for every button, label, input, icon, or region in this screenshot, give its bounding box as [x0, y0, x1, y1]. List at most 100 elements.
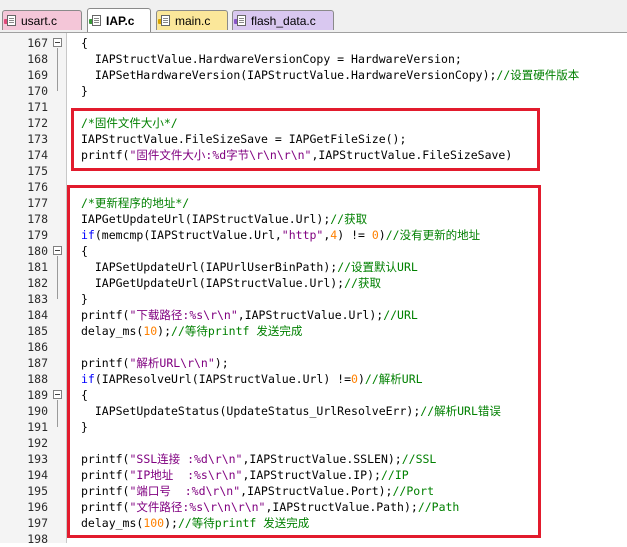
line-number: 193 [27, 452, 48, 466]
line-number: 198 [27, 532, 48, 546]
tab-main-c[interactable]: main.c [156, 10, 228, 30]
code-text: printf("SSL连接 :%d\r\n",IAPStructValue.SS… [81, 451, 436, 467]
code-text: printf("文件路径:%s\r\n\r\n",IAPStructValue.… [81, 499, 459, 515]
code-line[interactable]: 174 printf("固件文件大小:%d字节\r\n\r\n",IAPStruc… [0, 147, 627, 163]
code-line[interactable]: 196 printf("文件路径:%s\r\n\r\n",IAPStructVal… [0, 499, 627, 515]
line-number: 178 [27, 212, 48, 226]
code-token: //等待printf 发送完成 [177, 516, 310, 530]
code-line[interactable]: 181 IAPSetUpdateUrl(IAPUrlUserBinPath);/… [0, 259, 627, 275]
code-line[interactable]: 191} [0, 419, 627, 435]
code-line[interactable]: 169 IAPSetHardwareVersion(IAPStructValue… [0, 67, 627, 83]
code-token: IAPGetUpdateUrl(IAPStructValue.Url); [81, 212, 331, 226]
code-text: } [81, 291, 88, 307]
line-number: 191 [27, 420, 48, 434]
code-token: { [81, 244, 88, 258]
code-line[interactable]: 190 IAPSetUpdateStatus(UpdateStatus_UrlR… [0, 403, 627, 419]
code-text: IAPSetHardwareVersion(IAPStructValue.Har… [81, 67, 579, 83]
code-line[interactable]: 178 IAPGetUpdateUrl(IAPStructValue.Url);/… [0, 211, 627, 227]
code-line[interactable]: 197 delay_ms(100);//等待printf 发送完成 [0, 515, 627, 531]
code-token: 10 [143, 324, 158, 338]
code-token: "IP地址 :%s\r\n" [129, 468, 243, 482]
tab-flash-data-c[interactable]: flash_data.c [232, 10, 334, 30]
code-line[interactable]: 176 [0, 179, 627, 195]
code-token: //Path [417, 500, 460, 514]
code-token: //设置默认URL [337, 260, 418, 274]
code-token: if [81, 228, 95, 242]
code-token: { [81, 36, 88, 50]
code-line[interactable]: 167 { [0, 35, 627, 51]
code-token: delay_ms( [81, 324, 144, 338]
code-token: ); [214, 356, 229, 370]
code-line[interactable]: 189 { [0, 387, 627, 403]
code-line[interactable]: 194 printf("IP地址 :%s\r\n",IAPStructValue.… [0, 467, 627, 483]
line-number: 192 [27, 436, 48, 450]
code-token: } [81, 420, 88, 434]
fold-collapse-icon[interactable] [53, 38, 62, 47]
code-token: //Port [392, 484, 435, 498]
code-line[interactable]: 172 /*固件文件大小*/ [0, 115, 627, 131]
code-token: ); [164, 516, 178, 530]
tab-label: usart.c [21, 14, 58, 28]
line-number: 174 [27, 148, 48, 162]
line-number: 187 [27, 356, 48, 370]
code-line[interactable]: 198 [0, 531, 627, 547]
code-line[interactable]: 171 [0, 99, 627, 115]
code-line[interactable]: 186 [0, 339, 627, 355]
line-number: 180 [27, 244, 48, 258]
code-line[interactable]: 182 IAPGetUpdateUrl(IAPStructValue.Url);… [0, 275, 627, 291]
code-token: "http" [281, 228, 324, 242]
code-token: { [81, 388, 88, 402]
code-line[interactable]: 173 IAPStructValue.FileSizeSave = IAPGetF… [0, 131, 627, 147]
code-line[interactable]: 192 [0, 435, 627, 451]
line-number: 195 [27, 484, 48, 498]
code-token: 0 [351, 372, 358, 386]
code-line[interactable]: 183} [0, 291, 627, 307]
fold-collapse-icon[interactable] [53, 390, 62, 399]
line-number: 169 [27, 68, 48, 82]
code-token: ,IAPStructValue.Url); [237, 308, 384, 322]
line-number: 175 [27, 164, 48, 178]
code-line[interactable]: 184 printf("下载路径:%s\r\n",IAPStructValue.U… [0, 307, 627, 323]
fold-collapse-icon[interactable] [53, 246, 62, 255]
code-token: printf( [81, 468, 130, 482]
code-token: ,IAPStructValue.FileSizeSave) [311, 148, 513, 162]
line-number: 185 [27, 324, 48, 338]
code-line[interactable]: 170} [0, 83, 627, 99]
line-number: 176 [27, 180, 48, 194]
code-token: printf( [81, 308, 130, 322]
code-token: ,IAPStructValue.Path); [265, 500, 418, 514]
line-number: 173 [27, 132, 48, 146]
code-line[interactable]: 180 { [0, 243, 627, 259]
code-line[interactable]: 175 [0, 163, 627, 179]
code-line[interactable]: 177 /*更新程序的地址*/ [0, 195, 627, 211]
c-file-icon [161, 15, 170, 26]
code-line[interactable]: 185 delay_ms(10);//等待printf 发送完成 [0, 323, 627, 339]
code-token: "解析URL\r\n" [129, 356, 215, 370]
tab-iap-c[interactable]: IAP.c [87, 8, 151, 32]
fold-guide-line [57, 400, 58, 427]
code-token: "文件路径:%s\r\n\r\n" [129, 500, 266, 514]
code-text: delay_ms(100);//等待printf 发送完成 [81, 515, 309, 531]
code-token: } [81, 292, 88, 306]
code-token: printf( [81, 356, 130, 370]
code-text: delay_ms(10);//等待printf 发送完成 [81, 323, 302, 339]
code-text: IAPStructValue.HardwareVersionCopy = Har… [81, 51, 462, 67]
code-line[interactable]: 188 if(IAPResolveUrl(IAPStructValue.Url) … [0, 371, 627, 387]
tab-bar: usart.c IAP.c main.c flash_data.c [0, 0, 627, 33]
code-text: { [81, 387, 88, 403]
code-line[interactable]: 195 printf("端口号 :%d\r\n",IAPStructValue.P… [0, 483, 627, 499]
code-line[interactable]: 193 printf("SSL连接 :%d\r\n",IAPStructValue… [0, 451, 627, 467]
code-line[interactable]: 168 IAPStructValue.HardwareVersionCopy =… [0, 51, 627, 67]
tab-usart-c[interactable]: usart.c [2, 10, 82, 30]
code-text: /*固件文件大小*/ [81, 115, 178, 131]
code-token: IAPSetUpdateStatus(UpdateStatus_UrlResol… [81, 404, 421, 418]
code-token: ) [357, 372, 365, 386]
tab-label: IAP.c [106, 14, 135, 28]
code-line[interactable]: 179 if(memcmp(IAPStructValue.Url,"http",4… [0, 227, 627, 243]
code-text: IAPStructValue.FileSizeSave = IAPGetFile… [81, 131, 406, 147]
code-text: printf("IP地址 :%s\r\n",IAPStructValue.IP)… [81, 467, 409, 483]
code-token: IAPSetHardwareVersion(IAPStructValue.Har… [81, 68, 497, 82]
line-number: 186 [27, 340, 48, 354]
code-line[interactable]: 187 printf("解析URL\r\n"); [0, 355, 627, 371]
code-token: if [81, 372, 95, 386]
